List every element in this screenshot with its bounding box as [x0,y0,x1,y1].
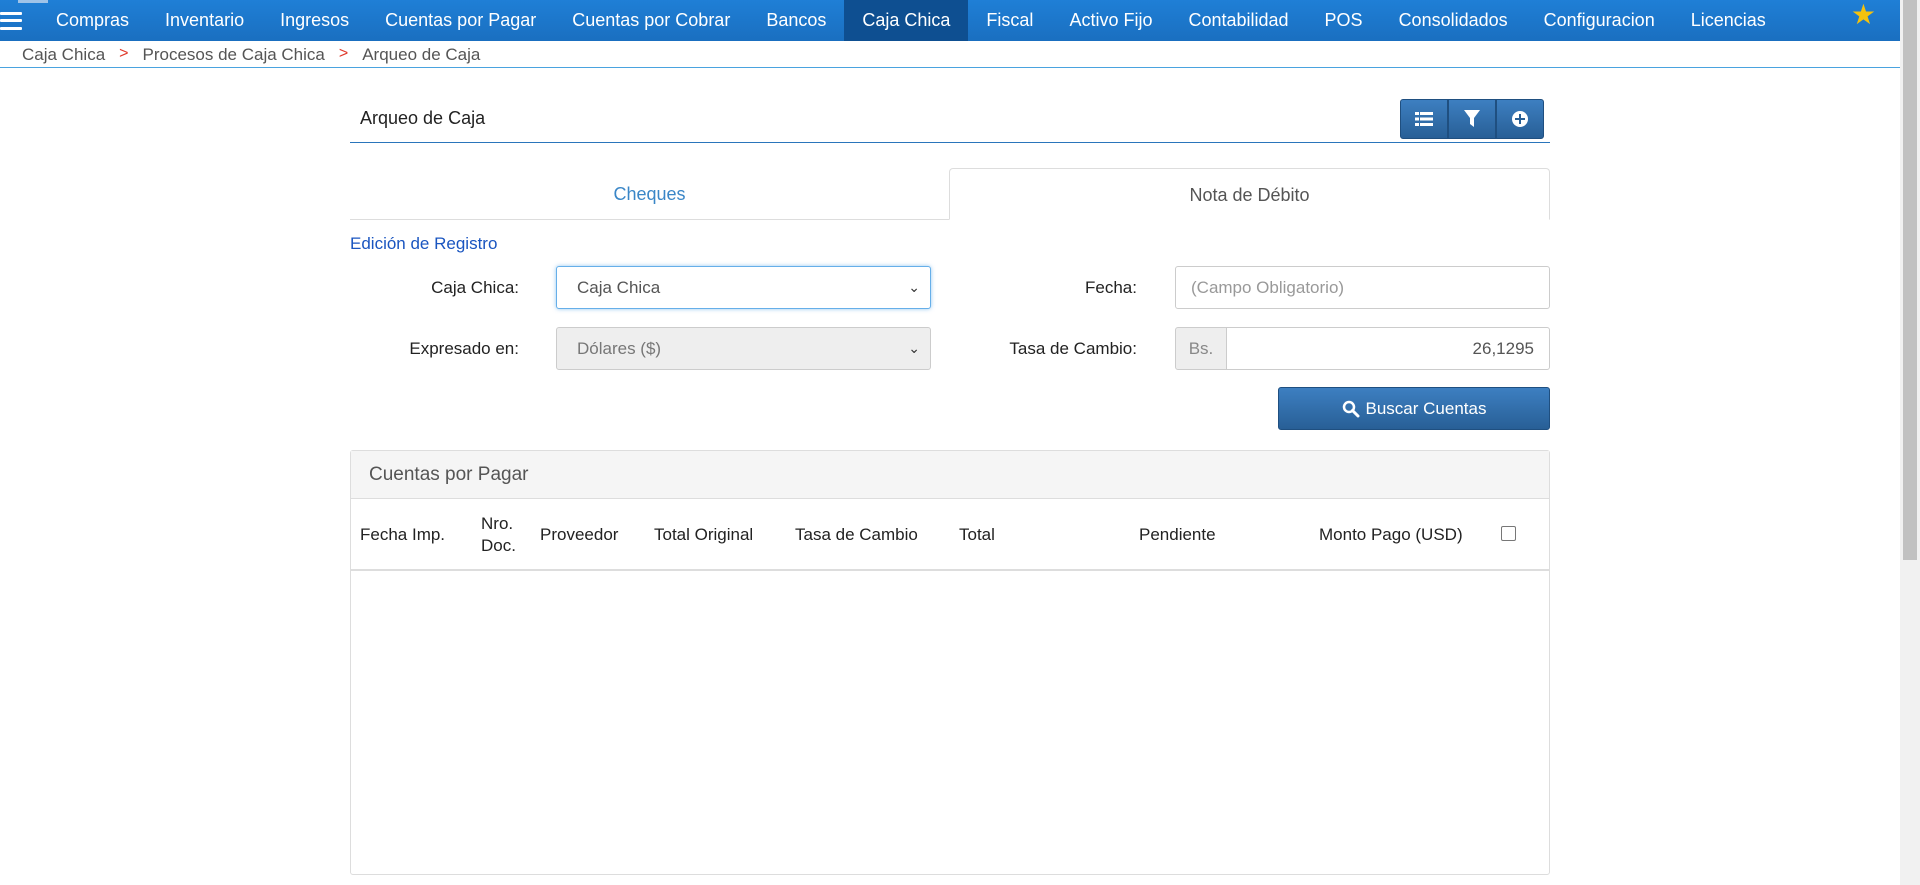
expresado-label: Expresado en: [409,339,519,358]
nav-top-indicator [18,0,48,3]
buscar-cuentas-label: Buscar Cuentas [1365,398,1487,418]
col-monto-pago: Monto Pago (USD) [1319,525,1463,544]
nav-item-licencias[interactable]: Licencias [1673,0,1784,41]
top-nav: Compras Inventario Ingresos Cuentas por … [0,0,1900,41]
breadcrumb: Caja Chica > Procesos de Caja Chica > Ar… [22,45,480,65]
nav-item-fiscal[interactable]: Fiscal [968,0,1051,41]
star-icon[interactable]: ★ [1851,0,1876,31]
chevron-right-icon: > [338,45,349,62]
plus-circle-icon [1512,110,1528,127]
col-tasa-de-cambio: Tasa de Cambio [795,525,918,544]
vertical-scrollbar[interactable] [1900,0,1920,885]
fecha-input[interactable]: (Campo Obligatorio) [1175,266,1550,309]
col-fecha-imp: Fecha Imp. [360,525,446,544]
search-icon [1342,400,1360,417]
list-icon [1415,111,1433,126]
nav-item-contabilidad[interactable]: Contabilidad [1170,0,1306,41]
tab-nota-de-debito[interactable]: Nota de Débito [949,168,1550,220]
tasa-label: Tasa de Cambio: [1009,339,1137,358]
page-header: Arqueo de Caja [350,95,1550,143]
toolbar [1400,98,1544,139]
chevron-down-icon: ⌄ [908,340,920,356]
breadcrumb-item-arqueo: Arqueo de Caja [362,45,481,64]
nav-item-pos[interactable]: POS [1307,0,1381,41]
nav-item-caja-chica[interactable]: Caja Chica [844,0,969,41]
chevron-down-icon: ⌄ [908,279,920,295]
filter-button[interactable] [1448,98,1496,139]
form-row-2: Expresado en: Dólares ($) ⌄ Tasa de Camb… [350,327,1550,377]
page-title: Arqueo de Caja [360,108,486,128]
cuentas-panel: Cuentas por Pagar Fecha Imp. Nro. Doc. P… [350,450,1550,875]
currency-prefix: Bs. [1175,327,1227,370]
scrollbar-thumb[interactable] [1903,0,1917,560]
section-title: Edición de Registro [350,234,498,253]
nav-item-cuentas-por-pagar[interactable]: Cuentas por Pagar [367,0,554,41]
nav-item-ingresos[interactable]: Ingresos [262,0,367,41]
caja-chica-value: Caja Chica [577,278,661,297]
buscar-cuentas-button[interactable]: Buscar Cuentas [1278,387,1550,430]
caja-chica-select[interactable]: Caja Chica ⌄ [556,266,931,309]
tab-cheques[interactable]: Cheques [350,168,949,219]
col-proveedor: Proveedor [540,525,619,544]
main-content: Arqueo de Caja Cheques Nota de Débito Ed… [350,95,1550,875]
nav-item-bancos[interactable]: Bancos [748,0,844,41]
breadcrumb-divider [0,67,1900,68]
nav-item-consolidados[interactable]: Consolidados [1381,0,1526,41]
add-button[interactable] [1496,98,1544,139]
expresado-value: Dólares ($) [577,339,662,358]
col-pendiente: Pendiente [1139,525,1216,544]
list-button[interactable] [1400,98,1448,139]
hamburger-icon[interactable] [0,11,22,30]
col-total: Total [959,525,995,544]
form-row-1: Caja Chica: Caja Chica ⌄ Fecha: (Campo O… [350,266,1550,316]
filter-icon [1464,110,1480,127]
chevron-right-icon: > [119,45,129,62]
table-header: Fecha Imp. Nro. Doc. Proveedor Total Ori… [351,499,1549,571]
breadcrumb-item-procesos[interactable]: Procesos de Caja Chica [143,45,325,65]
nav-item-activo-fijo[interactable]: Activo Fijo [1051,0,1170,41]
fecha-label: Fecha: [1085,278,1137,297]
caja-chica-label: Caja Chica: [431,278,519,297]
col-nro-doc: Nro. Doc. [481,514,516,555]
col-total-original: Total Original [654,525,754,544]
panel-title: Cuentas por Pagar [351,451,1549,499]
breadcrumb-item-caja-chica[interactable]: Caja Chica [22,45,105,65]
tab-bar: Cheques Nota de Débito [350,168,1550,220]
nav-item-compras[interactable]: Compras [38,0,147,41]
tasa-input[interactable]: 26,1295 [1226,327,1550,370]
select-all-checkbox[interactable] [1501,526,1516,541]
nav-item-cuentas-por-cobrar[interactable]: Cuentas por Cobrar [554,0,748,41]
nav-item-configuracion[interactable]: Configuracion [1526,0,1673,41]
expresado-select[interactable]: Dólares ($) ⌄ [556,327,931,370]
nav-item-inventario[interactable]: Inventario [147,0,262,41]
